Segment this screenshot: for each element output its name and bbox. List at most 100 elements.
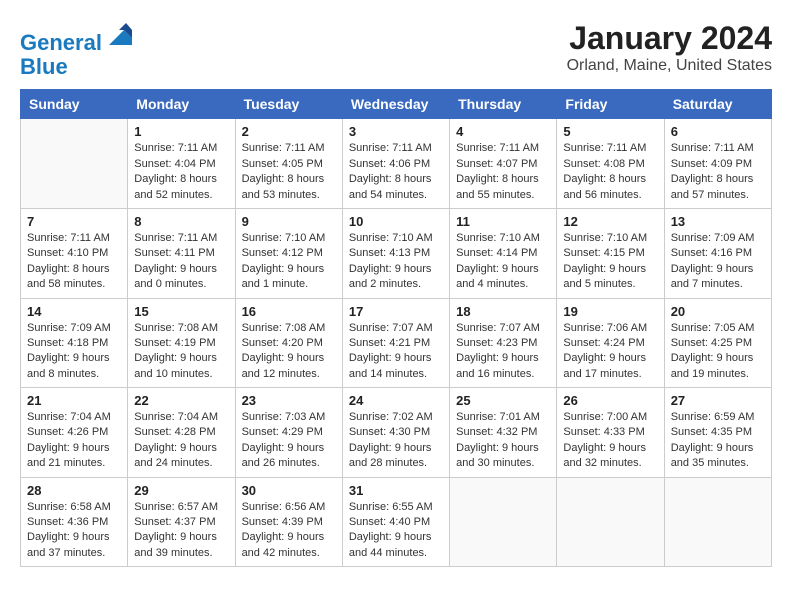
day-content: Sunrise: 6:57 AMSunset: 4:37 PMDaylight:… [134,500,228,562]
calendar-cell: 23Sunrise: 7:03 AMSunset: 4:29 PMDayligh… [235,388,342,478]
day-content: Sunrise: 7:11 AMSunset: 4:11 PMDaylight:… [134,231,228,293]
day-number: 17 [349,304,443,319]
day-number: 3 [349,124,443,139]
day-content: Sunrise: 6:59 AMSunset: 4:35 PMDaylight:… [671,410,765,472]
day-content: Sunrise: 7:10 AMSunset: 4:12 PMDaylight:… [242,231,336,293]
logo-blue: Blue [20,54,68,79]
day-number: 12 [563,214,657,229]
calendar-cell: 27 Sunrise: 6:59 AMSunset: 4:35 PMDayligh… [664,388,771,478]
day-number: 5 [563,124,657,139]
day-number: 30 [242,483,336,498]
calendar-cell: 8 Sunrise: 7:11 AMSunset: 4:11 PMDaylight… [128,208,235,298]
day-content: Sunrise: 7:09 AMSunset: 4:16 PMDaylight:… [671,231,765,293]
week-row-0: 1 Sunrise: 7:11 AMSunset: 4:04 PMDaylight… [21,119,772,209]
col-monday: Monday [128,90,235,119]
day-number: 26 [563,393,657,408]
logo: General Blue [20,20,134,79]
day-number: 18 [456,304,550,319]
day-number: 21 [27,393,121,408]
day-content: Sunrise: 7:08 AMSunset: 4:19 PMDaylight:… [134,321,228,383]
day-content: Sunrise: 7:11 AMSunset: 4:05 PMDaylight:… [242,141,336,203]
col-wednesday: Wednesday [342,90,449,119]
day-content: Sunrise: 7:09 AMSunset: 4:18 PMDaylight:… [27,321,121,383]
day-content: Sunrise: 7:07 AMSunset: 4:21 PMDaylight:… [349,321,443,383]
calendar-cell: 16 Sunrise: 7:08 AMSunset: 4:20 PMDayligh… [235,298,342,388]
day-content: Sunrise: 7:10 AMSunset: 4:15 PMDaylight:… [563,231,657,293]
day-content: Sunrise: 7:10 AMSunset: 4:13 PMDaylight:… [349,231,443,293]
calendar-cell: 28 Sunrise: 6:58 AMSunset: 4:36 PMDayligh… [21,477,128,567]
day-number: 24 [349,393,443,408]
day-content: Sunrise: 7:11 AMSunset: 4:09 PMDaylight:… [671,141,765,203]
day-number: 7 [27,214,121,229]
calendar-cell: 30 Sunrise: 6:56 AMSunset: 4:39 PMDayligh… [235,477,342,567]
logo-icon [104,20,134,50]
day-content: Sunrise: 7:11 AMSunset: 4:04 PMDaylight:… [134,141,228,203]
calendar-cell: 29 Sunrise: 6:57 AMSunset: 4:37 PMDayligh… [128,477,235,567]
col-saturday: Saturday [664,90,771,119]
calendar-cell: 22Sunrise: 7:04 AMSunset: 4:28 PMDayligh… [128,388,235,478]
day-content: Sunrise: 6:58 AMSunset: 4:36 PMDaylight:… [27,500,121,562]
page-subtitle: Orland, Maine, United States [567,57,772,75]
calendar-cell: 3 Sunrise: 7:11 AMSunset: 4:06 PMDaylight… [342,119,449,209]
day-number: 19 [563,304,657,319]
week-row-3: 21 Sunrise: 7:04 AMSunset: 4:26 PMDayligh… [21,388,772,478]
calendar-table: Sunday Monday Tuesday Wednesday Thursday… [20,89,772,567]
day-number: 14 [27,304,121,319]
day-content: Sunrise: 7:02 AMSunset: 4:30 PMDaylight:… [349,410,443,472]
col-thursday: Thursday [450,90,557,119]
day-number: 4 [456,124,550,139]
calendar-cell [21,119,128,209]
logo-text: General Blue [20,20,134,79]
day-number: 9 [242,214,336,229]
day-content: Sunrise: 7:03 AMSunset: 4:29 PMDaylight:… [242,410,336,472]
calendar-cell [664,477,771,567]
day-content: Sunrise: 7:11 AMSunset: 4:10 PMDaylight:… [27,231,121,293]
day-number: 20 [671,304,765,319]
week-row-1: 7 Sunrise: 7:11 AMSunset: 4:10 PMDaylight… [21,208,772,298]
calendar-cell: 12 Sunrise: 7:10 AMSunset: 4:15 PMDayligh… [557,208,664,298]
day-number: 25 [456,393,550,408]
day-number: 13 [671,214,765,229]
day-number: 1 [134,124,228,139]
calendar-cell: 5Sunrise: 7:11 AMSunset: 4:08 PMDaylight… [557,119,664,209]
calendar-cell: 15Sunrise: 7:08 AMSunset: 4:19 PMDayligh… [128,298,235,388]
day-content: Sunrise: 6:55 AMSunset: 4:40 PMDaylight:… [349,500,443,562]
day-content: Sunrise: 7:10 AMSunset: 4:14 PMDaylight:… [456,231,550,293]
week-row-4: 28 Sunrise: 6:58 AMSunset: 4:36 PMDayligh… [21,477,772,567]
day-content: Sunrise: 6:56 AMSunset: 4:39 PMDaylight:… [242,500,336,562]
day-number: 10 [349,214,443,229]
calendar-cell: 18Sunrise: 7:07 AMSunset: 4:23 PMDayligh… [450,298,557,388]
day-content: Sunrise: 7:04 AMSunset: 4:26 PMDaylight:… [27,410,121,472]
calendar-cell: 20Sunrise: 7:05 AMSunset: 4:25 PMDayligh… [664,298,771,388]
day-content: Sunrise: 7:08 AMSunset: 4:20 PMDaylight:… [242,321,336,383]
day-number: 16 [242,304,336,319]
calendar-cell: 31 Sunrise: 6:55 AMSunset: 4:40 PMDayligh… [342,477,449,567]
calendar-cell: 19 Sunrise: 7:06 AMSunset: 4:24 PMDayligh… [557,298,664,388]
day-content: Sunrise: 7:00 AMSunset: 4:33 PMDaylight:… [563,410,657,472]
logo-general: General [20,30,102,55]
calendar-cell: 13 Sunrise: 7:09 AMSunset: 4:16 PMDayligh… [664,208,771,298]
calendar-header-row: Sunday Monday Tuesday Wednesday Thursday… [21,90,772,119]
calendar-cell: 14 Sunrise: 7:09 AMSunset: 4:18 PMDayligh… [21,298,128,388]
page-header: General Blue January 2024 Orland, Maine,… [20,20,772,79]
day-content: Sunrise: 7:11 AMSunset: 4:06 PMDaylight:… [349,141,443,203]
day-number: 11 [456,214,550,229]
day-number: 28 [27,483,121,498]
day-content: Sunrise: 7:06 AMSunset: 4:24 PMDaylight:… [563,321,657,383]
calendar-cell: 11 Sunrise: 7:10 AMSunset: 4:14 PMDayligh… [450,208,557,298]
day-number: 31 [349,483,443,498]
calendar-cell: 7 Sunrise: 7:11 AMSunset: 4:10 PMDaylight… [21,208,128,298]
day-number: 22 [134,393,228,408]
calendar-cell: 17 Sunrise: 7:07 AMSunset: 4:21 PMDayligh… [342,298,449,388]
calendar-cell: 21 Sunrise: 7:04 AMSunset: 4:26 PMDayligh… [21,388,128,478]
col-tuesday: Tuesday [235,90,342,119]
calendar-cell: 2 Sunrise: 7:11 AMSunset: 4:05 PMDaylight… [235,119,342,209]
calendar-cell: 10 Sunrise: 7:10 AMSunset: 4:13 PMDayligh… [342,208,449,298]
calendar-cell: 25Sunrise: 7:01 AMSunset: 4:32 PMDayligh… [450,388,557,478]
day-number: 27 [671,393,765,408]
day-content: Sunrise: 7:11 AMSunset: 4:07 PMDaylight:… [456,141,550,203]
day-number: 6 [671,124,765,139]
day-number: 29 [134,483,228,498]
day-number: 2 [242,124,336,139]
day-number: 8 [134,214,228,229]
